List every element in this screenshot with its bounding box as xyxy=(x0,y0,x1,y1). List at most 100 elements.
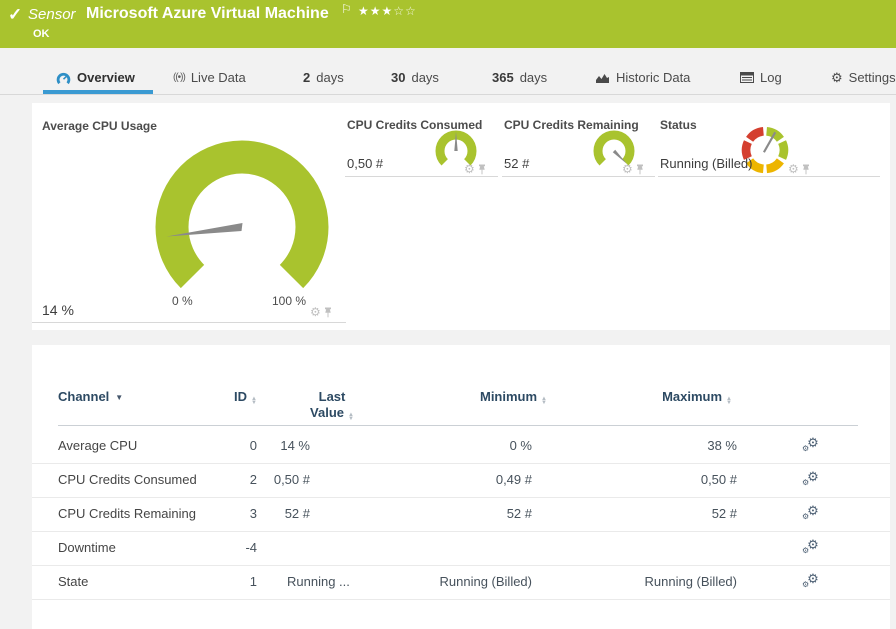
column-header-minimum[interactable]: Minimum ▲▼ xyxy=(382,389,547,405)
sensor-header: ✓ Sensor Microsoft Azure Virtual Machine… xyxy=(0,0,896,48)
channel-minimum: 0,49 # xyxy=(372,472,532,487)
active-tab-underline xyxy=(43,90,153,94)
column-header-minimum-label: Minimum xyxy=(480,389,537,404)
channel-maximum: 52 # xyxy=(577,506,737,521)
table-header-divider xyxy=(58,425,858,426)
tab-historic-data[interactable]: Historic Data xyxy=(595,62,690,93)
tab-settings-label: Settings xyxy=(849,70,896,85)
table-row: Average CPU 0 14 % 0 % 38 % ⚙⚙ xyxy=(32,430,890,464)
pin-icon[interactable] xyxy=(636,164,644,175)
section-divider xyxy=(502,176,655,177)
channel-settings-icon[interactable]: ⚙⚙ xyxy=(802,469,821,485)
pin-icon[interactable] xyxy=(802,164,810,175)
channel-last-value: 14 % xyxy=(212,438,310,453)
channel-id: -4 xyxy=(152,540,257,555)
column-header-maximum[interactable]: Maximum ▲▼ xyxy=(582,389,732,405)
column-header-channel-label: Channel xyxy=(58,389,109,404)
tab-settings[interactable]: ⚙ Settings xyxy=(831,62,896,93)
tab-30-days[interactable]: 30 days xyxy=(391,62,439,93)
gauge-title-average-cpu: Average CPU Usage xyxy=(42,119,157,133)
gauge-controls[interactable]: ⚙ xyxy=(310,306,332,318)
gauge-icon xyxy=(56,71,71,85)
gauge-controls[interactable]: ⚙ xyxy=(622,163,644,175)
overview-gauges-panel: Average CPU Usage 0 % 100 % 14 % ⚙ CPU C… xyxy=(32,103,890,330)
channel-last-value: 0,50 # xyxy=(212,472,310,487)
section-divider xyxy=(32,322,346,323)
tab-30-days-label: days xyxy=(411,70,438,85)
tab-overview-label: Overview xyxy=(77,70,135,85)
channel-settings-icon[interactable]: ⚙⚙ xyxy=(802,537,821,553)
section-divider xyxy=(658,176,880,177)
sensor-kind-label: Sensor xyxy=(28,6,76,23)
sort-icon: ▲▼ xyxy=(541,397,547,405)
gear-icon[interactable]: ⚙ xyxy=(310,306,321,318)
column-header-last-label: Last xyxy=(297,389,367,405)
tab-live-data[interactable]: ((•)) Live Data xyxy=(173,62,246,93)
column-header-id-label: ID xyxy=(234,389,247,404)
table-row: State 1 Running ... Running (Billed) Run… xyxy=(32,566,890,600)
channel-maximum: 0,50 # xyxy=(577,472,737,487)
tab-live-data-label: Live Data xyxy=(191,70,246,85)
gauge-controls[interactable]: ⚙ xyxy=(788,163,810,175)
channel-name: State xyxy=(58,574,88,589)
channel-settings-icon[interactable]: ⚙⚙ xyxy=(802,571,821,587)
table-row: CPU Credits Consumed 2 0,50 # 0,49 # 0,5… xyxy=(32,464,890,498)
table-row: Downtime -4 ⚙⚙ xyxy=(32,532,890,566)
average-cpu-value: 14 % xyxy=(42,302,74,318)
column-header-last-value[interactable]: Last Value ▲▼ xyxy=(297,389,367,421)
ok-check-icon: ✓ xyxy=(8,5,22,25)
pin-icon[interactable] xyxy=(478,164,486,175)
pin-icon[interactable] xyxy=(324,307,332,318)
gauge-controls[interactable]: ⚙ xyxy=(464,163,486,175)
tab-365-days-label: days xyxy=(520,70,547,85)
channel-maximum: 38 % xyxy=(577,438,737,453)
average-cpu-gauge xyxy=(150,127,335,307)
stars-filled: ★★★ xyxy=(358,4,393,18)
tab-365-days-number: 365 xyxy=(492,70,514,85)
tab-2-days-number: 2 xyxy=(303,70,310,85)
channel-last-value: 52 # xyxy=(212,506,310,521)
sort-icon: ▲▼ xyxy=(726,397,732,405)
credits-remaining-value: 52 # xyxy=(504,156,529,171)
column-header-channel[interactable]: Channel ▼ xyxy=(58,389,123,404)
status-badge: OK xyxy=(33,28,50,40)
gauge-max-label: 100 % xyxy=(272,294,306,308)
tab-overview[interactable]: Overview xyxy=(56,62,135,93)
channel-name: Downtime xyxy=(58,540,116,555)
channel-rows: Average CPU 0 14 % 0 % 38 % ⚙⚙ CPU Credi… xyxy=(32,430,890,600)
page-title: Microsoft Azure Virtual Machine xyxy=(86,5,329,23)
tab-log[interactable]: Log xyxy=(740,62,782,93)
channel-name: Average CPU xyxy=(58,438,137,453)
gear-icon: ⚙ xyxy=(831,70,843,86)
sorted-desc-icon: ▼ xyxy=(115,393,123,402)
tab-bar: Overview ((•)) Live Data 2 days 30 days … xyxy=(0,62,896,95)
priority-stars[interactable]: ★★★☆☆ xyxy=(358,4,417,18)
column-header-maximum-label: Maximum xyxy=(662,389,722,404)
flag-icon[interactable]: ⚐ xyxy=(341,2,352,16)
channel-minimum: 0 % xyxy=(372,438,532,453)
column-header-value-label: Value xyxy=(310,405,344,420)
gauge-min-label: 0 % xyxy=(172,294,193,308)
channel-minimum: 52 # xyxy=(372,506,532,521)
gear-icon[interactable]: ⚙ xyxy=(622,163,633,175)
chart-icon xyxy=(595,72,610,84)
tab-30-days-number: 30 xyxy=(391,70,405,85)
tab-2-days[interactable]: 2 days xyxy=(303,62,344,93)
column-header-id[interactable]: ID▲▼ xyxy=(152,389,257,405)
tab-365-days[interactable]: 365 days xyxy=(492,62,547,93)
log-icon xyxy=(740,72,754,83)
gear-icon[interactable]: ⚙ xyxy=(464,163,475,175)
tab-log-label: Log xyxy=(760,70,782,85)
channel-settings-icon[interactable]: ⚙⚙ xyxy=(802,503,821,519)
channel-table-panel: Channel▼ ID▲▼ Last Value▲▼ Minimum▲▼ Max… xyxy=(32,345,890,629)
credits-consumed-value: 0,50 # xyxy=(347,156,383,171)
tab-historic-data-label: Historic Data xyxy=(616,70,690,85)
live-data-icon: ((•)) xyxy=(173,72,185,83)
section-divider xyxy=(345,176,498,177)
prtg-sensor-page: { "header": { "check": "✓", "kind": "Sen… xyxy=(0,0,896,629)
table-row: CPU Credits Remaining 3 52 # 52 # 52 # ⚙… xyxy=(32,498,890,532)
channel-settings-icon[interactable]: ⚙⚙ xyxy=(802,435,821,451)
status-value: Running (Billed) xyxy=(660,156,753,171)
sort-icon: ▲▼ xyxy=(348,413,354,421)
gear-icon[interactable]: ⚙ xyxy=(788,163,799,175)
